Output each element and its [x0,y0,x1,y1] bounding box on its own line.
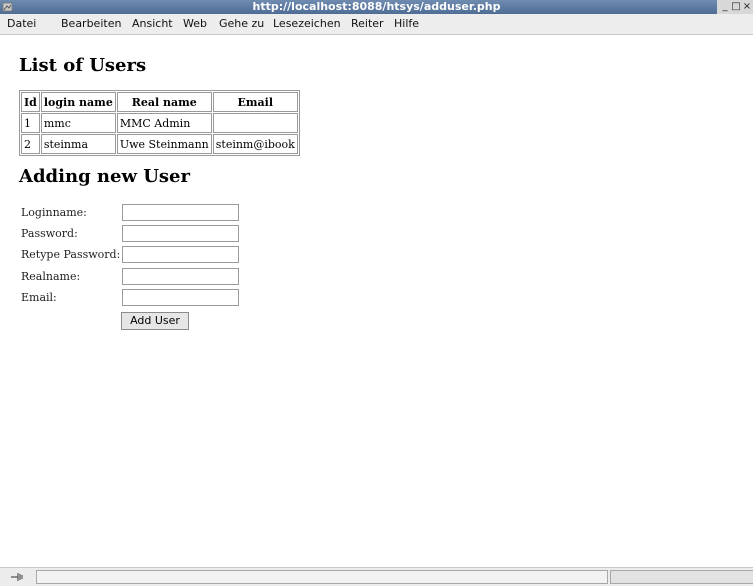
list-users-heading: List of Users [19,55,147,76]
maximize-icon[interactable]: □ [731,1,741,12]
add-user-heading: Adding new User [19,166,190,187]
cell-email [212,113,298,133]
window-title: http://localhost:8088/htsys/adduser.php [252,0,501,13]
menu-bar: Datei Bearbeiten Ansicht Web Gehe zu Les… [0,14,753,35]
minimize-icon[interactable]: _ [720,1,730,12]
password-field[interactable] [122,225,239,242]
loginname-label: Loginname: [21,206,87,219]
menu-item-ansicht[interactable]: Ansicht [132,17,173,31]
cell-login-name: steinma [40,134,116,154]
email-field[interactable] [122,289,239,306]
realname-field[interactable] [122,268,239,285]
col-header-id: Id [21,92,40,112]
cell-email: steinm@ibook [212,134,298,154]
add-user-button[interactable]: Add User [121,312,189,330]
users-table: Id login name Real name Email 1 mmc MMC … [19,90,300,156]
retype-password-label: Retype Password: [21,248,121,261]
status-progress-field [610,570,753,584]
cell-id: 2 [21,134,40,154]
window-titlebar[interactable]: http://localhost:8088/htsys/adduser.php … [0,0,753,14]
col-header-email: Email [212,92,298,112]
retype-password-field[interactable] [122,246,239,263]
table-row: 2 steinma Uwe Steinmann steinm@ibook [21,134,298,154]
users-table-header-row: Id login name Real name Email [21,92,298,112]
col-header-login-name: login name [40,92,116,112]
status-bar [0,567,753,586]
cell-id: 1 [21,113,40,133]
window-controls: _ □ × [717,0,753,14]
menu-item-datei[interactable]: Datei [7,17,36,31]
connection-icon [11,573,23,581]
cell-real-name: MMC Admin [116,113,212,133]
menu-item-lesezeichen[interactable]: Lesezeichen [273,17,341,31]
menu-item-web[interactable]: Web [183,17,207,31]
cell-login-name: mmc [40,113,116,133]
email-label: Email: [21,291,57,304]
close-icon[interactable]: × [742,1,752,12]
page-content: List of Users Id login name Real name Em… [0,35,753,565]
status-text-field [36,570,608,584]
loginname-field[interactable] [122,204,239,221]
menu-item-reiter[interactable]: Reiter [351,17,384,31]
menu-item-hilfe[interactable]: Hilfe [394,17,419,31]
realname-label: Realname: [21,270,81,283]
menu-item-gehe-zu[interactable]: Gehe zu [219,17,264,31]
cell-real-name: Uwe Steinmann [116,134,212,154]
table-row: 1 mmc MMC Admin [21,113,298,133]
col-header-real-name: Real name [116,92,212,112]
password-label: Password: [21,227,78,240]
menu-item-bearbeiten[interactable]: Bearbeiten [61,17,121,31]
